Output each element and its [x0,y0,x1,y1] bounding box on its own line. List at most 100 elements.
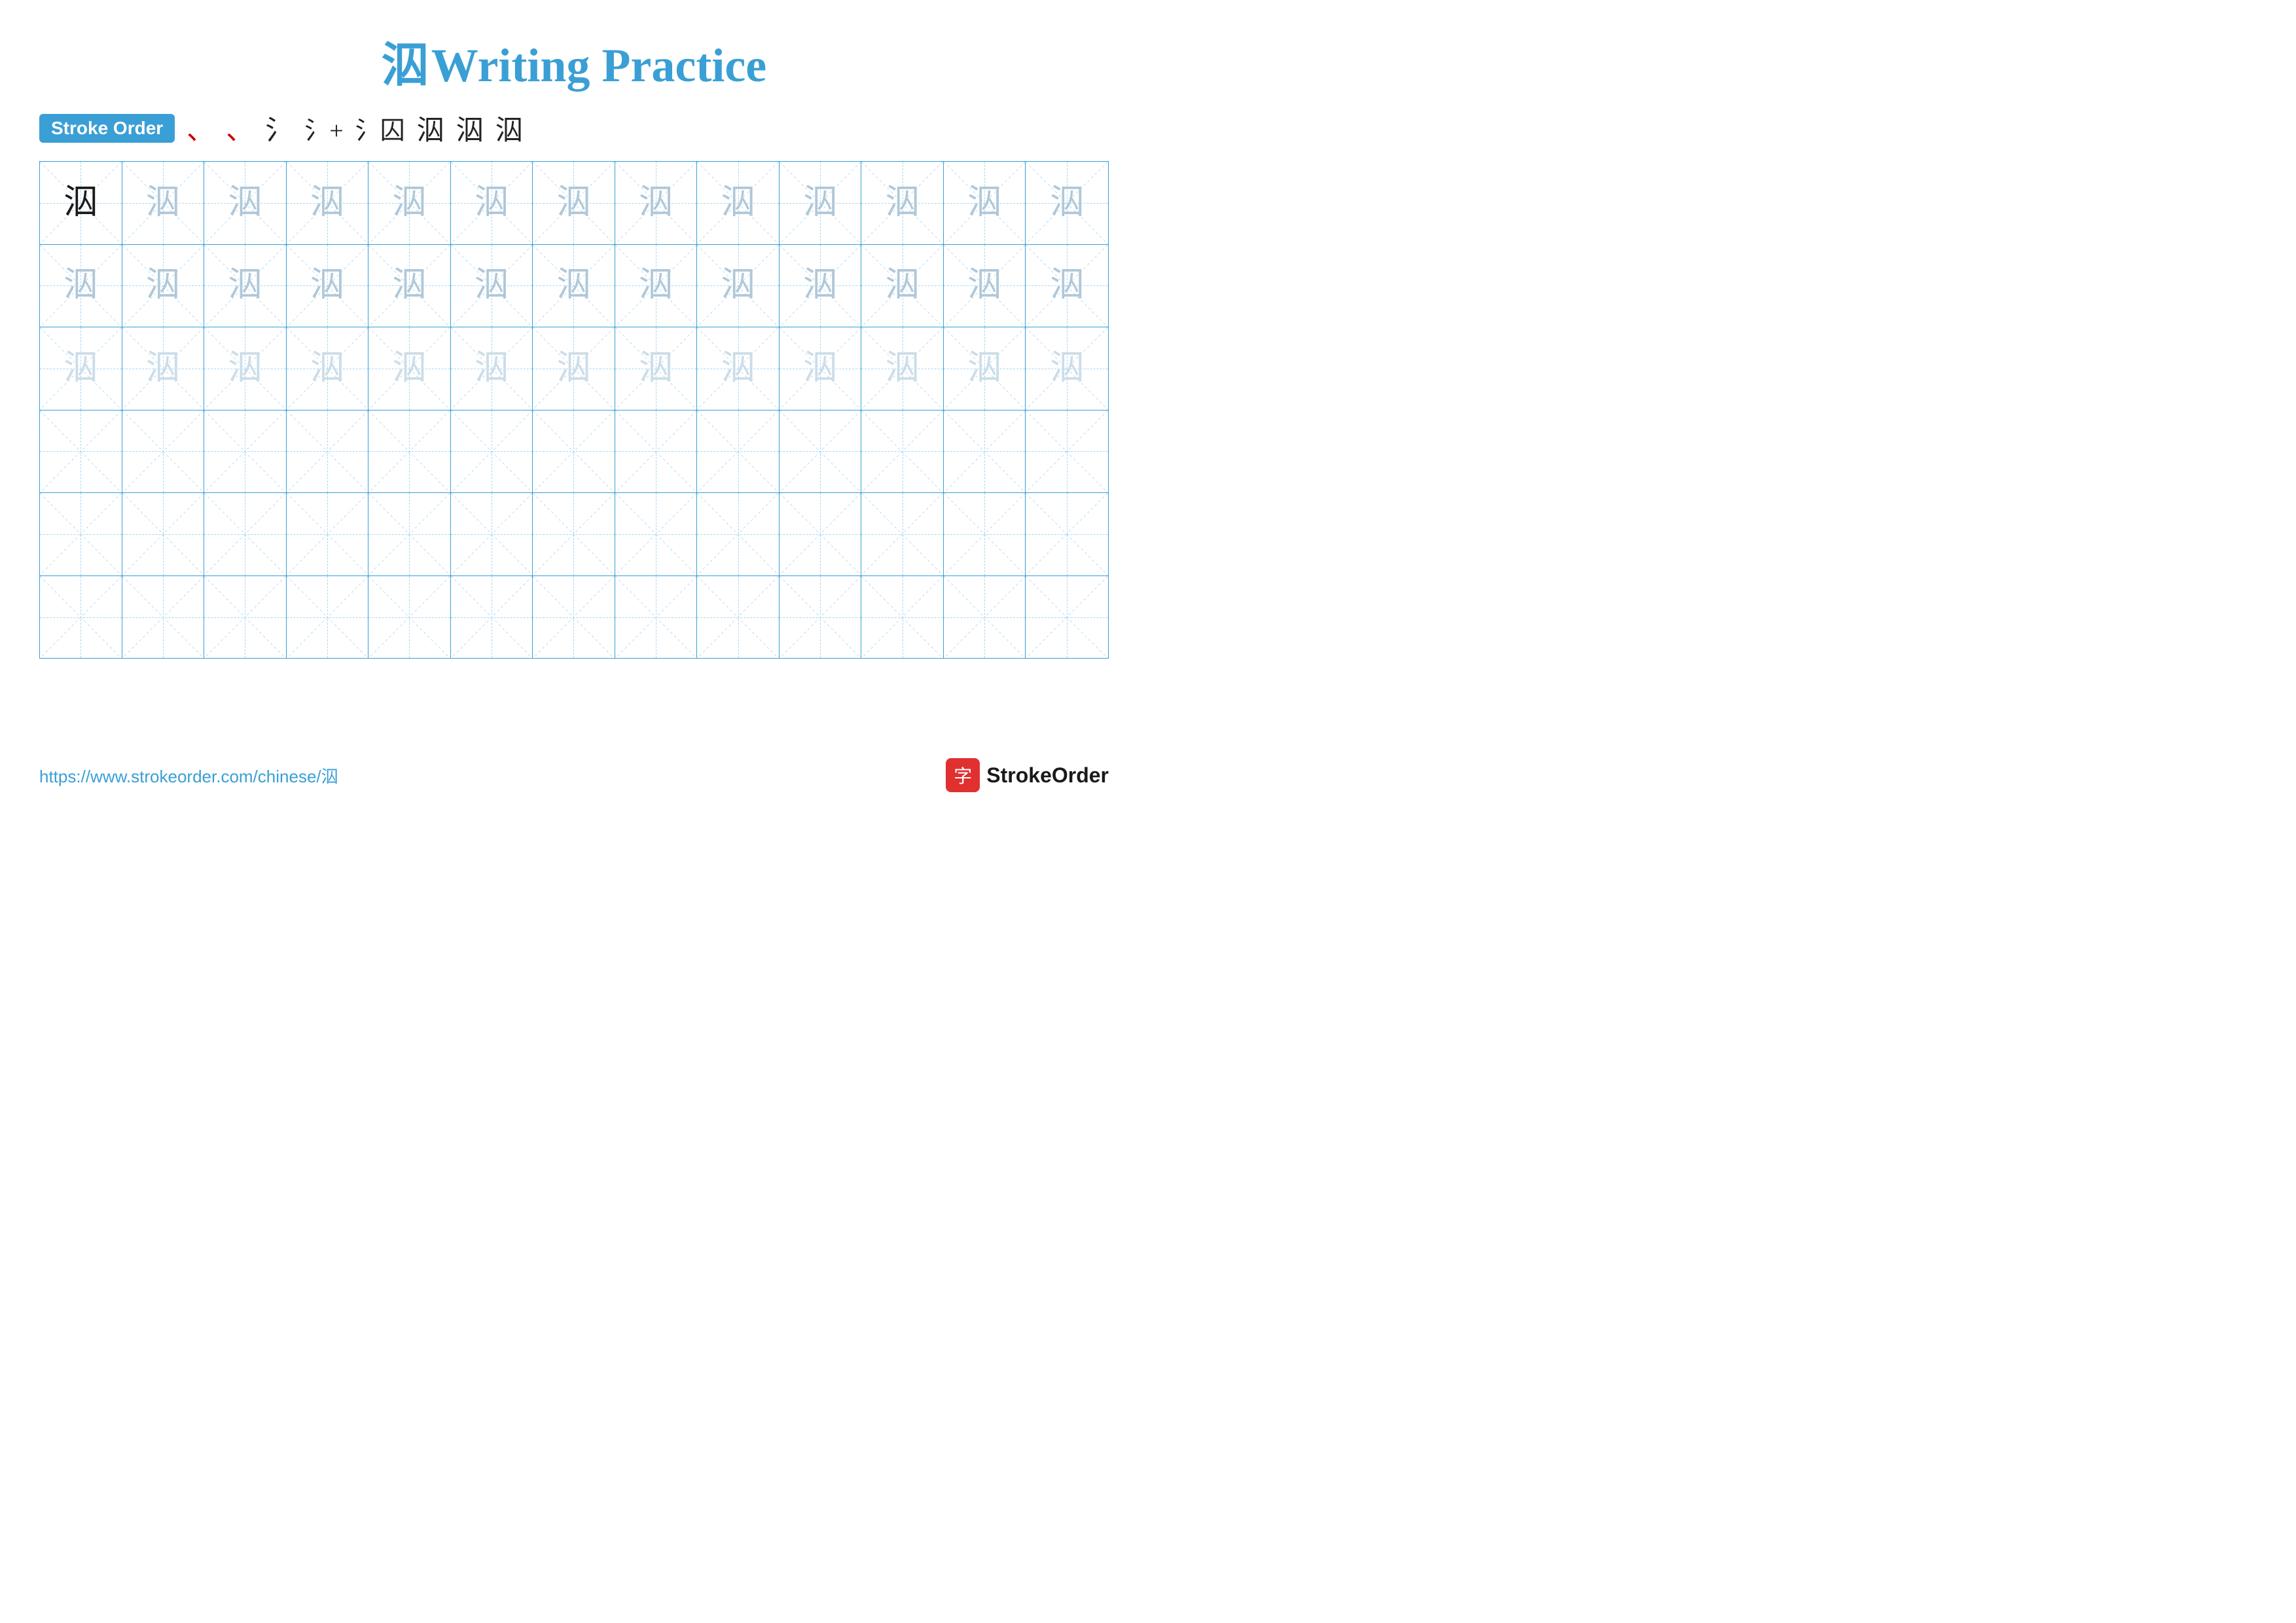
grid-cell[interactable] [451,410,533,493]
grid-cell[interactable] [944,576,1026,659]
grid-cell[interactable] [780,493,862,575]
grid-cell[interactable] [368,493,451,575]
grid-cell[interactable] [1026,410,1108,493]
grid-cell[interactable]: 泅 [451,162,533,244]
grid-row-5 [40,493,1108,576]
grid-cell[interactable] [204,410,287,493]
footer-url[interactable]: https://www.strokeorder.com/chinese/泅 [39,763,338,788]
grid-cell[interactable]: 泅 [780,327,862,410]
grid-cell[interactable] [122,576,205,659]
grid-cell[interactable]: 泅 [944,162,1026,244]
grid-cell[interactable]: 泅 [287,162,369,244]
grid-cell[interactable] [615,410,698,493]
grid-cell[interactable] [533,576,615,659]
grid-cell[interactable] [944,493,1026,575]
grid-cell[interactable]: 泅 [861,245,944,327]
grid-cell[interactable] [368,410,451,493]
grid-cell[interactable]: 泅 [40,245,122,327]
grid-cell[interactable]: 泅 [40,327,122,410]
grid-cell[interactable]: 泅 [122,162,205,244]
grid-cell[interactable]: 泅 [533,245,615,327]
stroke-step-5: 氵囚 [355,110,405,146]
title-character: 泅 [382,39,429,92]
grid-cell[interactable]: 泅 [615,327,698,410]
grid-cell[interactable]: 泅 [122,327,205,410]
footer: https://www.strokeorder.com/chinese/泅 字 … [0,758,1148,792]
grid-cell[interactable] [1026,576,1108,659]
grid-cell[interactable] [287,410,369,493]
grid-cell[interactable]: 泅 [944,327,1026,410]
grid-cell[interactable]: 泅 [697,162,780,244]
footer-logo: 字 StrokeOrder [946,758,1109,792]
grid-cell[interactable]: 泅 [122,245,205,327]
stroke-step-4: 氵+ [304,110,343,146]
grid-cell[interactable] [204,576,287,659]
grid-cell[interactable]: 泅 [780,245,862,327]
grid-cell[interactable] [287,576,369,659]
stroke-step-2: 、 [226,108,253,148]
grid-cell[interactable]: 泅 [533,162,615,244]
title-label: Writing Practice [431,39,766,92]
grid-cell[interactable] [1026,493,1108,575]
stroke-step-7: 泅 [456,108,484,148]
grid-cell[interactable]: 泅 [615,245,698,327]
grid-cell[interactable]: 泅 [615,162,698,244]
grid-cell[interactable] [780,576,862,659]
grid-cell[interactable] [697,493,780,575]
grid-cell[interactable] [861,576,944,659]
grid-cell[interactable] [615,576,698,659]
grid-cell[interactable]: 泅 [451,327,533,410]
stroke-order-badge: Stroke Order [39,114,175,143]
grid-cell[interactable]: 泅 [204,162,287,244]
grid-row-3: 泅 泅 泅 泅 泅 泅 泅 泅 [40,327,1108,410]
grid-cell[interactable]: 泅 [1026,327,1108,410]
footer-logo-text: StrokeOrder [986,763,1109,788]
grid-cell[interactable]: 泅 [204,327,287,410]
grid-cell[interactable]: 泅 [1026,245,1108,327]
grid-cell[interactable] [533,410,615,493]
grid-cell[interactable]: 泅 [861,327,944,410]
grid-cell[interactable]: 泅 [368,327,451,410]
grid-cell[interactable]: 泅 [40,162,122,244]
grid-cell[interactable] [944,410,1026,493]
grid-cell[interactable]: 泅 [1026,162,1108,244]
grid-cell[interactable] [368,576,451,659]
grid-cell[interactable]: 泅 [697,245,780,327]
grid-cell[interactable] [451,493,533,575]
stroke-step-6: 泅 [417,108,444,148]
grid-cell[interactable] [861,493,944,575]
grid-cell[interactable] [615,493,698,575]
grid-row-4 [40,410,1108,494]
grid-cell[interactable] [451,576,533,659]
grid-cell[interactable] [697,576,780,659]
grid-cell[interactable]: 泅 [451,245,533,327]
grid-cell[interactable] [780,410,862,493]
grid-cell[interactable]: 泅 [287,245,369,327]
footer-logo-icon: 字 [946,758,980,792]
grid-row-6 [40,576,1108,659]
grid-cell[interactable] [533,493,615,575]
grid-cell[interactable] [40,410,122,493]
grid-cell[interactable]: 泅 [780,162,862,244]
stroke-step-8: 泅 [495,108,523,148]
grid-cell[interactable] [697,410,780,493]
grid-cell[interactable] [204,493,287,575]
grid-row-1: 泅 泅 泅 泅 泅 泅 泅 泅 [40,162,1108,245]
grid-cell[interactable] [40,576,122,659]
grid-cell[interactable] [122,410,205,493]
grid-cell[interactable]: 泅 [944,245,1026,327]
grid-cell[interactable]: 泅 [287,327,369,410]
grid-cell[interactable]: 泅 [697,327,780,410]
grid-cell[interactable]: 泅 [861,162,944,244]
grid-cell[interactable] [40,493,122,575]
stroke-step-1: 、 [187,108,214,148]
grid-cell[interactable]: 泅 [204,245,287,327]
grid-cell[interactable]: 泅 [368,162,451,244]
stroke-step-3: 氵 [265,108,293,148]
grid-cell[interactable] [287,493,369,575]
grid-cell[interactable] [861,410,944,493]
grid-cell[interactable]: 泅 [533,327,615,410]
grid-cell[interactable]: 泅 [368,245,451,327]
grid-cell[interactable] [122,493,205,575]
grid-row-2: 泅 泅 泅 泅 泅 泅 泅 泅 [40,245,1108,328]
